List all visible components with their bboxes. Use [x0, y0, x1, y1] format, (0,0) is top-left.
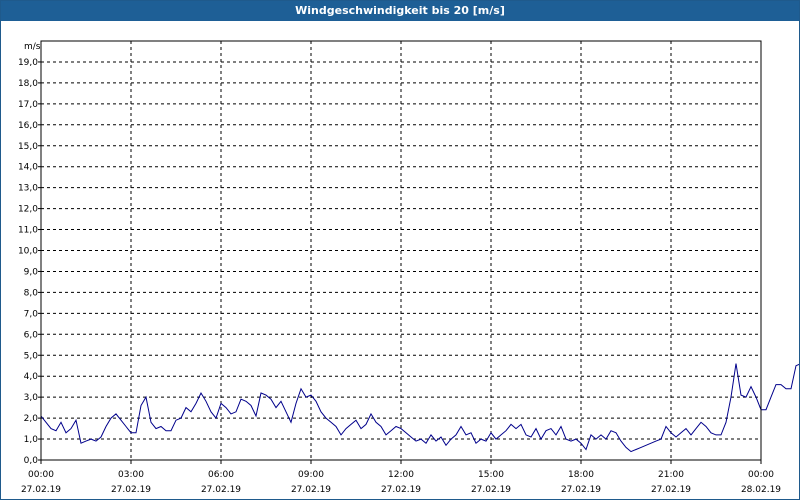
y-tick-label: 5,0	[24, 351, 39, 361]
x-tick-time-label: 06:00	[208, 470, 234, 480]
y-tick-label: 9,0	[24, 267, 39, 277]
x-tick-time-label: 09:00	[298, 470, 324, 480]
y-tick-label: 10,0	[18, 247, 38, 257]
y-tick-label: 13,0	[18, 184, 38, 194]
x-tick-date-label: 27.02.19	[111, 485, 151, 495]
x-tick-time-label: 21:00	[658, 470, 684, 480]
y-axis-unit-label: m/s	[24, 42, 41, 52]
chart-window: Windgeschwindigkeit bis 20 [m/s] m/s 0,0…	[0, 0, 800, 500]
x-tick-date-label: 27.02.19	[381, 485, 421, 495]
y-tick-label: 19,0	[18, 58, 38, 68]
y-tick-label: 18,0	[18, 79, 38, 89]
x-tick-time-label: 12:00	[388, 470, 414, 480]
y-tick-label: 15,0	[18, 142, 38, 152]
y-tick-label: 14,0	[18, 163, 38, 173]
x-tick-date-label: 27.02.19	[471, 485, 511, 495]
x-tick-date-label: 27.02.19	[651, 485, 691, 495]
y-tick-label: 17,0	[18, 100, 38, 110]
x-tick-time-label: 00:00	[748, 470, 774, 480]
x-tick-date-label: 27.02.19	[201, 485, 241, 495]
y-tick-label: 1,0	[24, 435, 39, 445]
y-tick-label: 11,0	[18, 226, 38, 236]
wind-speed-line	[40, 363, 799, 453]
x-tick-date-label: 27.02.19	[291, 485, 331, 495]
wind-speed-chart: m/s 0,0 1,0 2,0 3,0 4,0 5,0 6,0 7,0 8,0 9,0 10,0 11…	[18, 40, 799, 495]
x-tick-time-label: 18:00	[568, 470, 594, 480]
y-tick-label: 16,0	[18, 121, 38, 131]
x-tick-time-label: 15:00	[478, 470, 504, 480]
x-tick-time-label: 03:00	[118, 470, 144, 480]
y-tick-label: 6,0	[24, 330, 39, 340]
y-tick-label: 3,0	[24, 393, 39, 403]
y-tick-label: 12,0	[18, 205, 38, 215]
x-tick-date-label: 27.02.19	[561, 485, 601, 495]
x-tick-date-label: 28.02.19	[741, 485, 781, 495]
y-tick-label: 8,0	[24, 288, 39, 298]
y-tick-label: 0,0	[24, 456, 39, 466]
x-tick-date-label: 27.02.19	[21, 485, 61, 495]
y-tick-label: 7,0	[24, 309, 39, 319]
y-tick-label: 2,0	[24, 414, 39, 424]
x-tick-time-label: 00:00	[28, 470, 54, 480]
y-tick-label: 4,0	[24, 372, 39, 382]
